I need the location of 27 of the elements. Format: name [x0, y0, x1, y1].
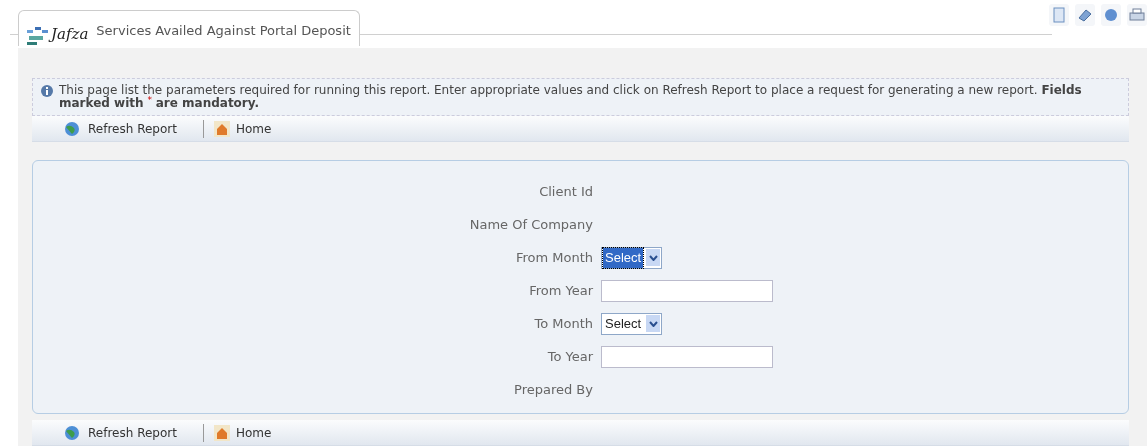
caret-icon — [648, 320, 658, 327]
home-icon — [213, 424, 230, 441]
home-icon — [213, 120, 230, 137]
month-select[interactable]: Select — [601, 312, 663, 335]
field-label: Client Id — [538, 183, 594, 202]
info-text: This page list the parameters required for running this report. Enter appropriate values and click on Refresh Report to place a request for generating a new report. Fields marked with $^{*}$ are mandatory. — [59, 84, 1083, 111]
document-icon[interactable] — [1052, 7, 1066, 23]
globe-icon — [62, 120, 82, 137]
refresh-report-button[interactable]: Refresh Report — [62, 423, 177, 442]
field-label: From Month — [514, 249, 594, 268]
page-title: Services Availed Against Portal Deposit — [96, 21, 351, 40]
caret-icon — [648, 254, 658, 261]
month-select[interactable]: Select — [601, 246, 663, 269]
year-input[interactable] — [601, 345, 773, 368]
home-link[interactable]: Home — [213, 119, 272, 138]
eraser-icon[interactable] — [1077, 8, 1093, 22]
home-link[interactable]: Home — [213, 423, 272, 442]
year-input[interactable] — [601, 279, 773, 302]
field-label: Prepared By — [513, 381, 594, 400]
field-label: To Year — [546, 348, 594, 367]
field-label: To Month — [533, 315, 594, 334]
field-label: Name Of Company — [468, 216, 594, 235]
info-icon — [41, 84, 53, 97]
field-label: From Year — [528, 282, 594, 301]
print-icon[interactable] — [1129, 8, 1145, 22]
globe-icon — [62, 424, 82, 441]
refresh-report-button[interactable]: Refresh Report — [62, 119, 177, 138]
